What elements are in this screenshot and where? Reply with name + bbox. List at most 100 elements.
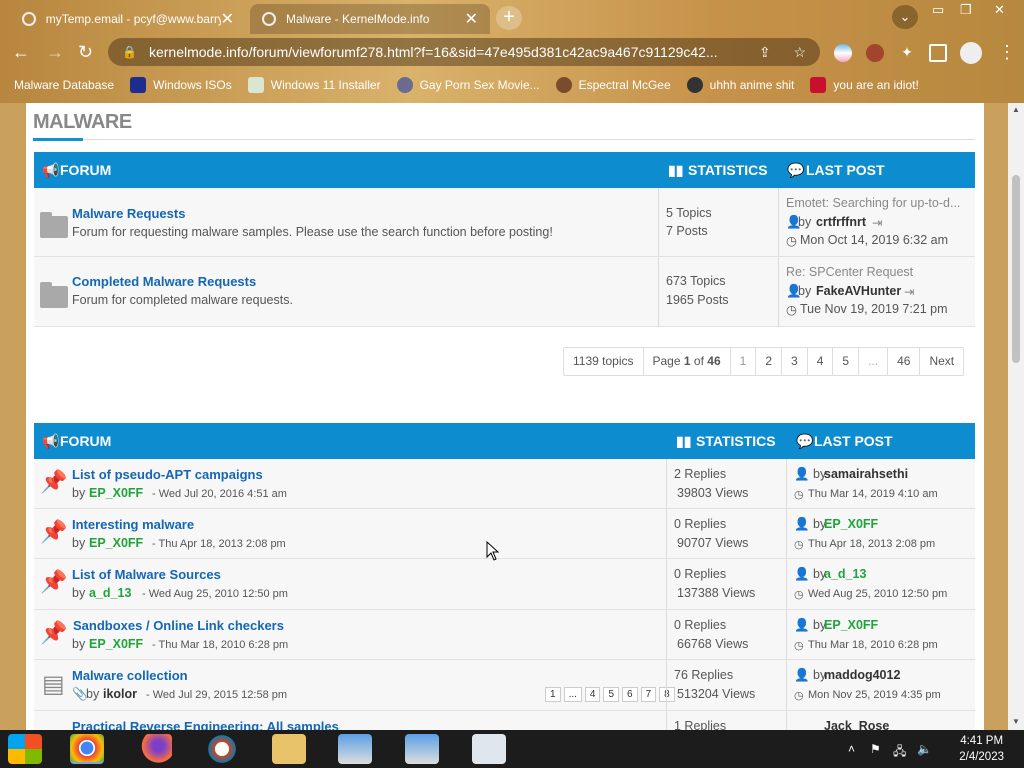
- clock-icon: ◷: [794, 640, 804, 652]
- menu-kebab-icon[interactable]: ⋮: [998, 42, 1016, 63]
- topic-link[interactable]: Practical Reverse Engineering: All sampl…: [72, 719, 339, 730]
- scroll-down-icon[interactable]: ▼: [1012, 717, 1020, 726]
- page-4-link[interactable]: 4: [806, 348, 833, 375]
- comments-icon: 💬: [787, 162, 805, 178]
- bookmark-gay-porn[interactable]: Gay Porn Sex Movie...: [396, 77, 540, 93]
- section-divider: [33, 139, 975, 140]
- replies-count: 0 Replies: [674, 517, 727, 531]
- topic-row: ▤ Malware collection 📎 by ikolor - Wed J…: [34, 660, 975, 711]
- document-icon: ▤: [42, 671, 65, 698]
- page-3-link[interactable]: 3: [781, 348, 807, 375]
- url-bar[interactable]: 🔒 kernelmode.info/forum/viewforumf278.ht…: [108, 38, 820, 66]
- replies-count: 1 Replies: [674, 719, 727, 730]
- topic-page-link[interactable]: 4: [584, 687, 601, 702]
- program-taskbar-icon[interactable]: [338, 734, 372, 764]
- tab-mytemp[interactable]: myTemp.email - pcyf@www.barry ✕: [10, 4, 246, 34]
- pin-locked-icon: 📌: [40, 620, 68, 645]
- page-indicator[interactable]: Page 1 of 46: [642, 348, 730, 375]
- network-tray-icon[interactable]: 🖧: [893, 742, 906, 763]
- back-icon[interactable]: ←: [12, 42, 30, 63]
- page-46-link[interactable]: 46: [887, 348, 919, 375]
- goto-post-icon[interactable]: ⇥: [904, 284, 914, 299]
- next-page-link[interactable]: Next: [919, 348, 963, 375]
- topic-author[interactable]: a_d_13: [89, 586, 131, 600]
- app-taskbar-icon[interactable]: [205, 734, 239, 764]
- extensions-puzzle-icon[interactable]: ✦: [898, 44, 916, 62]
- goto-post-icon[interactable]: ⇥: [872, 215, 882, 230]
- program-taskbar-icon[interactable]: [405, 734, 439, 764]
- close-tab-icon[interactable]: ✕: [221, 9, 234, 29]
- bookmark-anime[interactable]: uhhh anime shit: [686, 77, 794, 93]
- share-icon[interactable]: ⇪: [759, 44, 771, 61]
- start-button-icon[interactable]: [8, 734, 42, 764]
- extension-flag-icon[interactable]: [834, 44, 852, 62]
- topic-page-link[interactable]: 1: [545, 687, 561, 702]
- stats-cell: [666, 509, 667, 558]
- topic-page-link[interactable]: 5: [603, 687, 620, 702]
- topic-link[interactable]: Sandboxes / Online Link checkers: [73, 618, 284, 633]
- posts-count: 1965 Posts: [666, 293, 729, 307]
- last-post-user[interactable]: crtfrffnrt: [816, 215, 866, 229]
- restore-icon[interactable]: ❐: [960, 2, 972, 18]
- reload-icon[interactable]: ↻: [78, 42, 93, 63]
- scroll-up-icon[interactable]: ▲: [1012, 105, 1020, 114]
- last-post-title[interactable]: Emotet: Searching for up-to-d...: [786, 196, 960, 210]
- bookmark-you-are-an-idiot[interactable]: you are an idiot!: [810, 77, 919, 93]
- user-icon: 👤 by: [794, 567, 827, 581]
- minimize-icon[interactable]: ▭: [932, 2, 944, 18]
- topic-author[interactable]: EP_X0FF: [89, 536, 143, 550]
- forum-link-completed-requests[interactable]: Completed Malware Requests: [72, 274, 256, 289]
- topic-link[interactable]: Interesting malware: [72, 517, 194, 532]
- page-scrollbar[interactable]: ▲ ▼: [1008, 103, 1024, 730]
- close-tab-icon[interactable]: ✕: [465, 9, 478, 29]
- forum-page: MALWARE 📢 FORUM ▮▮ STATISTICS 💬 LAST POS…: [26, 103, 984, 730]
- topic-link[interactable]: List of Malware Sources: [72, 567, 221, 582]
- tab-search-chevron-icon[interactable]: ⌄: [892, 5, 918, 29]
- page-2-link[interactable]: 2: [755, 348, 781, 375]
- page-1-link[interactable]: 1: [729, 348, 756, 375]
- side-panel-icon[interactable]: [929, 44, 947, 62]
- bookmark-windows-isos[interactable]: Windows ISOs: [130, 77, 232, 93]
- firefox-taskbar-icon[interactable]: [138, 734, 172, 764]
- close-window-icon[interactable]: ✕: [994, 2, 1005, 18]
- scrollbar-thumb[interactable]: [1012, 175, 1020, 363]
- profile-avatar-icon[interactable]: [960, 42, 982, 64]
- views-count: 513204 Views: [677, 687, 756, 701]
- bookmark-windows11-installer[interactable]: Windows 11 Installer: [247, 77, 381, 93]
- forward-icon[interactable]: →: [46, 42, 64, 63]
- tray-chevron-icon[interactable]: ˄: [848, 742, 855, 756]
- last-post-user[interactable]: EP_X0FF: [824, 517, 878, 531]
- bookmark-malware-database[interactable]: Malware Database: [14, 78, 114, 92]
- file-explorer-taskbar-icon[interactable]: [272, 734, 306, 764]
- topic-page-link[interactable]: 7: [640, 687, 657, 702]
- last-post-title[interactable]: Re: SPCenter Request: [786, 265, 913, 279]
- topic-author[interactable]: EP_X0FF: [89, 486, 143, 500]
- topic-page-ellipsis: ...: [563, 687, 582, 702]
- topics-count: 673 Topics: [666, 274, 726, 288]
- page-ellipsis: ...: [858, 348, 887, 375]
- last-post-user[interactable]: Jack_Rose: [824, 719, 889, 730]
- last-post-user[interactable]: a_d_13: [824, 567, 866, 581]
- bookmark-espectral-mcgee[interactable]: Espectral McGee: [555, 77, 671, 93]
- tab-kernelmode[interactable]: Malware - KernelMode.info ✕: [250, 4, 490, 34]
- forum-link-malware-requests[interactable]: Malware Requests: [72, 206, 185, 221]
- topic-author[interactable]: EP_X0FF: [89, 637, 143, 651]
- chrome-taskbar-icon[interactable]: [70, 734, 104, 764]
- last-post-user[interactable]: maddog4012: [824, 668, 900, 682]
- volume-tray-icon[interactable]: 🔈: [917, 742, 932, 756]
- topic-link[interactable]: List of pseudo-APT campaigns: [72, 467, 263, 482]
- last-post-user[interactable]: EP_X0FF: [824, 618, 878, 632]
- system-clock[interactable]: 4:41 PM 2/4/2023: [959, 733, 1004, 765]
- flag-tray-icon[interactable]: ⚑: [870, 742, 881, 756]
- window-taskbar-icon[interactable]: [472, 734, 506, 764]
- last-post-user[interactable]: samairahsethi: [824, 467, 908, 481]
- topic-page-link[interactable]: 6: [622, 687, 638, 702]
- extension-avatar-icon[interactable]: [866, 44, 884, 62]
- topic-row: 📌 List of pseudo-APT campaigns by EP_X0F…: [34, 459, 975, 509]
- new-tab-button[interactable]: +: [496, 6, 522, 30]
- last-post-user[interactable]: FakeAVHunter: [816, 284, 901, 298]
- topic-author[interactable]: ikolor: [103, 687, 137, 701]
- bookmark-star-icon[interactable]: ☆: [793, 44, 806, 61]
- page-5-link[interactable]: 5: [832, 348, 858, 375]
- topic-link[interactable]: Malware collection: [72, 668, 188, 683]
